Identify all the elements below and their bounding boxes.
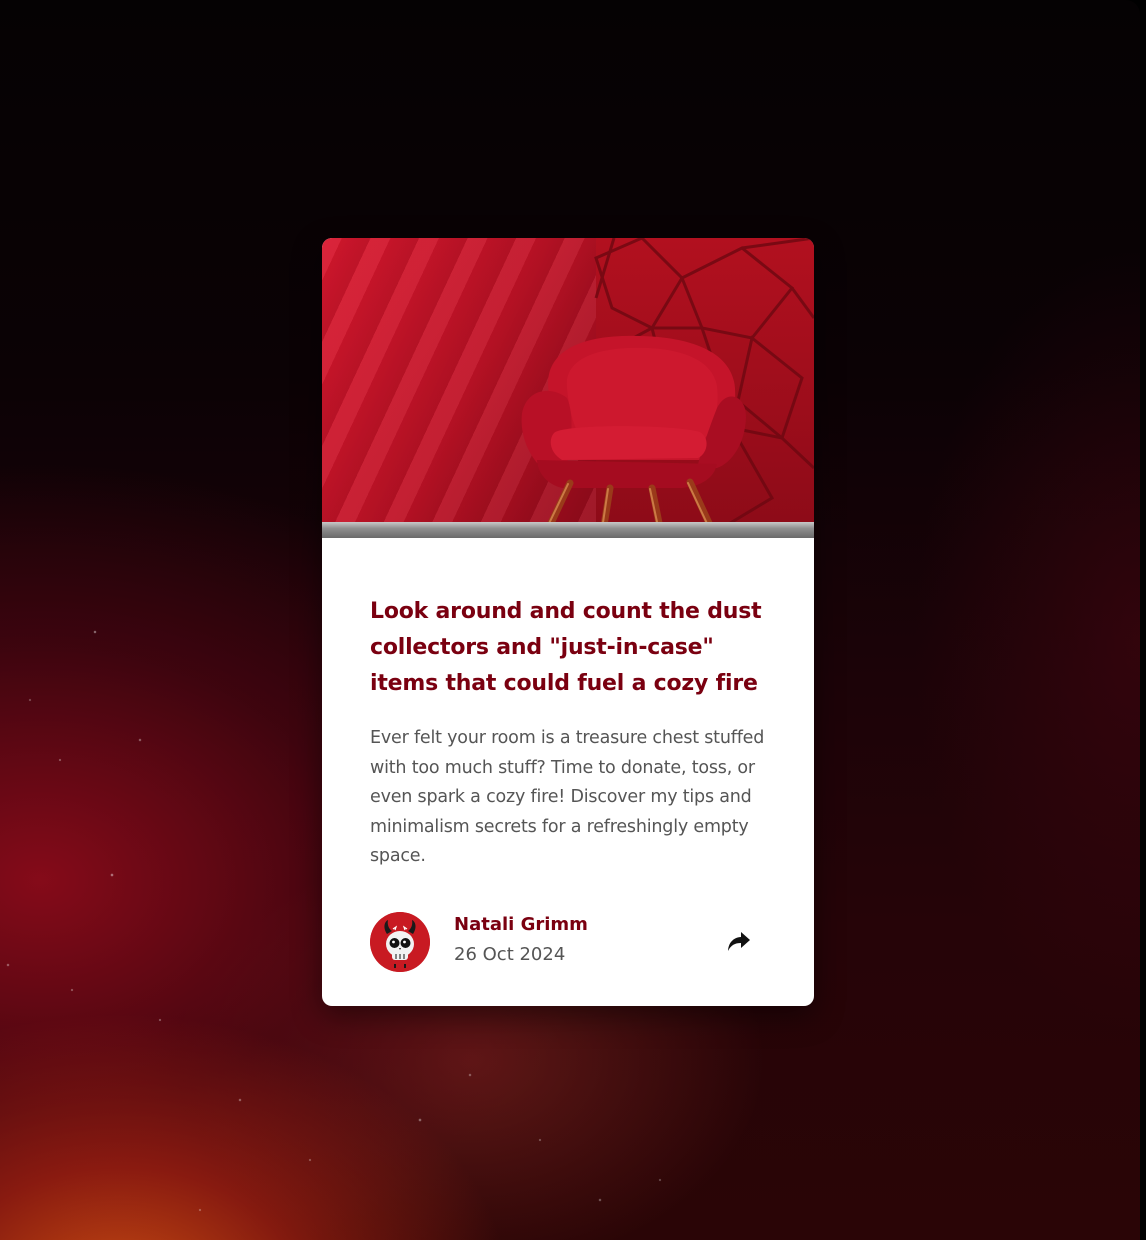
share-button[interactable]: [724, 927, 754, 957]
devil-skull-avatar-icon: [370, 912, 430, 972]
author-avatar[interactable]: [370, 912, 430, 972]
share-icon: [728, 932, 750, 951]
floor-baseboard: [322, 522, 814, 538]
post-description: Ever felt your room is a treasure chest …: [370, 728, 765, 866]
card-content: Look around and count the dust collector…: [322, 538, 814, 872]
card-footer: Natali Grimm 26 Oct 2024: [370, 912, 766, 972]
post-image: [322, 238, 814, 538]
post-date: 26 Oct 2024: [454, 944, 566, 965]
author-name[interactable]: Natali Grimm: [454, 914, 588, 935]
post-title[interactable]: Look around and count the dust collector…: [370, 594, 766, 702]
blog-card[interactable]: Look around and count the dust collector…: [322, 238, 814, 1006]
armchair-illustration: [521, 238, 814, 538]
page-background: Look around and count the dust collector…: [0, 0, 1140, 1240]
